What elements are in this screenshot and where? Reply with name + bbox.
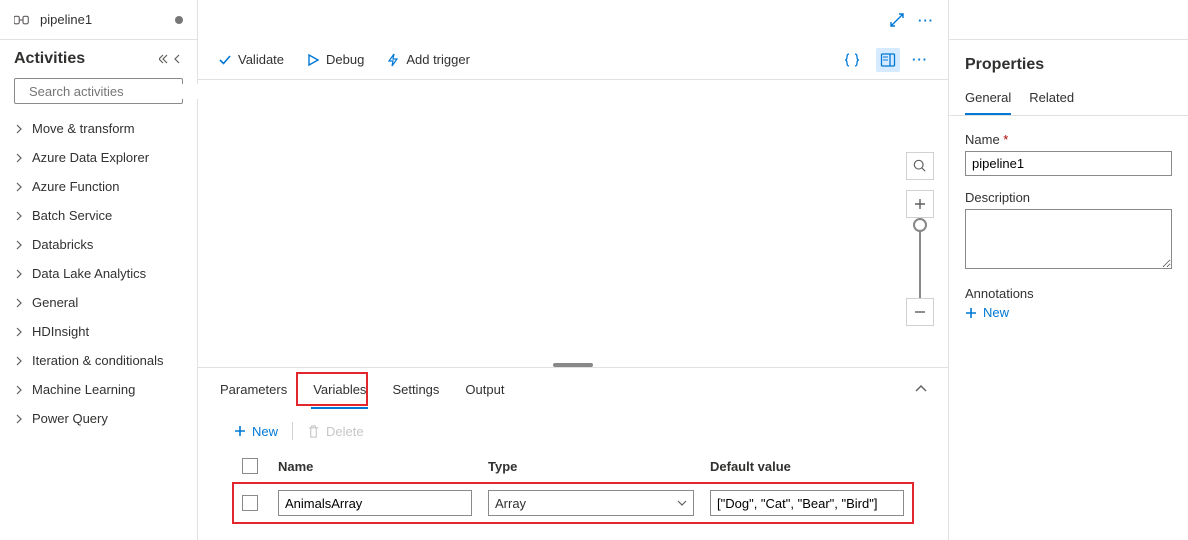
col-header-default: Default value [710,459,904,474]
activities-heading: Activities [14,50,85,68]
description-input[interactable] [965,209,1172,269]
chevron-right-icon [14,385,24,395]
tab-parameters[interactable]: Parameters [218,372,289,409]
check-icon [218,53,232,67]
tab-title: pipeline1 [40,12,92,27]
search-icon [913,159,927,173]
props-tab-general[interactable]: General [965,90,1011,115]
chevron-right-icon [14,153,24,163]
plus-icon [234,425,246,437]
select-all-checkbox[interactable] [242,458,258,474]
search-activities-input[interactable] [14,78,183,104]
chevron-right-icon [14,269,24,279]
row-checkbox[interactable] [242,495,258,511]
json-view-button[interactable] [840,48,864,72]
sidebar-item[interactable]: Iteration & conditionals [0,346,197,375]
panel-right-icon [880,52,896,68]
chevron-down-icon [677,498,687,508]
sidebar-item[interactable]: Data Lake Analytics [0,259,197,288]
pipeline-canvas[interactable] [198,80,948,367]
lightning-icon [386,53,400,67]
chevron-right-icon [14,414,24,424]
chevron-right-icon [14,211,24,221]
pipeline-icon [14,13,32,27]
search-field[interactable] [29,84,205,99]
validate-button[interactable]: Validate [218,52,284,67]
chevron-right-icon [14,327,24,337]
zoom-in-button[interactable] [906,190,934,218]
trash-icon [307,425,320,438]
col-header-name: Name [278,459,472,474]
properties-heading: Properties [965,56,1172,74]
braces-icon [844,52,860,68]
zoom-slider[interactable] [919,218,921,298]
sidebar-item[interactable]: Power Query [0,404,197,433]
new-variable-button[interactable]: New [234,424,278,439]
variable-type-select[interactable]: Array [488,490,694,516]
chevron-right-icon [14,298,24,308]
chevron-right-icon [14,356,24,366]
variables-header-row: Name Type Default value [232,450,914,482]
tab-output[interactable]: Output [463,372,506,409]
properties-toggle-button[interactable] [876,48,900,72]
activities-list: Move & transform Azure Data Explorer Azu… [0,112,197,435]
collapse-panel-icon[interactable] [173,53,183,65]
description-label: Description [965,190,1172,205]
sidebar-item[interactable]: Batch Service [0,201,197,230]
variable-default-input[interactable] [710,490,904,516]
col-header-type: Type [488,459,694,474]
sidebar-item[interactable]: HDInsight [0,317,197,346]
props-tab-related[interactable]: Related [1029,90,1074,115]
separator [292,422,293,440]
more-toolbar-icon[interactable]: ··· [912,52,928,67]
pipeline-name-input[interactable] [965,151,1172,176]
unsaved-indicator-icon [175,16,183,24]
sidebar-item[interactable]: Machine Learning [0,375,197,404]
name-label: Name [965,132,1172,147]
sidebar-item[interactable]: Move & transform [0,114,197,143]
tab-settings[interactable]: Settings [390,372,441,409]
variable-name-input[interactable] [278,490,472,516]
sidebar-item[interactable]: Databricks [0,230,197,259]
play-outline-icon [306,53,320,67]
plus-icon [914,198,926,210]
variable-row: Array [232,482,914,524]
resize-handle[interactable] [553,363,593,367]
tab-variables[interactable]: Variables [311,372,368,409]
minus-icon [914,306,926,318]
zoom-out-button[interactable] [906,298,934,326]
debug-button[interactable]: Debug [306,52,364,67]
sidebar-item[interactable]: Azure Function [0,172,197,201]
chevron-right-icon [14,124,24,134]
plus-icon [965,307,977,319]
pipeline-tab[interactable]: pipeline1 [0,0,197,40]
canvas-search-button[interactable] [906,152,934,180]
delete-variable-button: Delete [307,424,364,439]
annotations-label: Annotations [965,286,1172,301]
sidebar-item[interactable]: Azure Data Explorer [0,143,197,172]
expand-icon[interactable] [890,13,904,27]
collapse-bottom-icon[interactable] [914,382,928,396]
add-annotation-button[interactable]: New [965,305,1172,320]
chevron-right-icon [14,240,24,250]
zoom-control [906,190,934,326]
add-trigger-button[interactable]: Add trigger [386,52,470,67]
chevron-right-icon [14,182,24,192]
zoom-thumb[interactable] [913,218,927,232]
collapse-icon[interactable] [159,53,171,65]
more-menu-icon[interactable]: ··· [918,13,934,28]
sidebar-item[interactable]: General [0,288,197,317]
